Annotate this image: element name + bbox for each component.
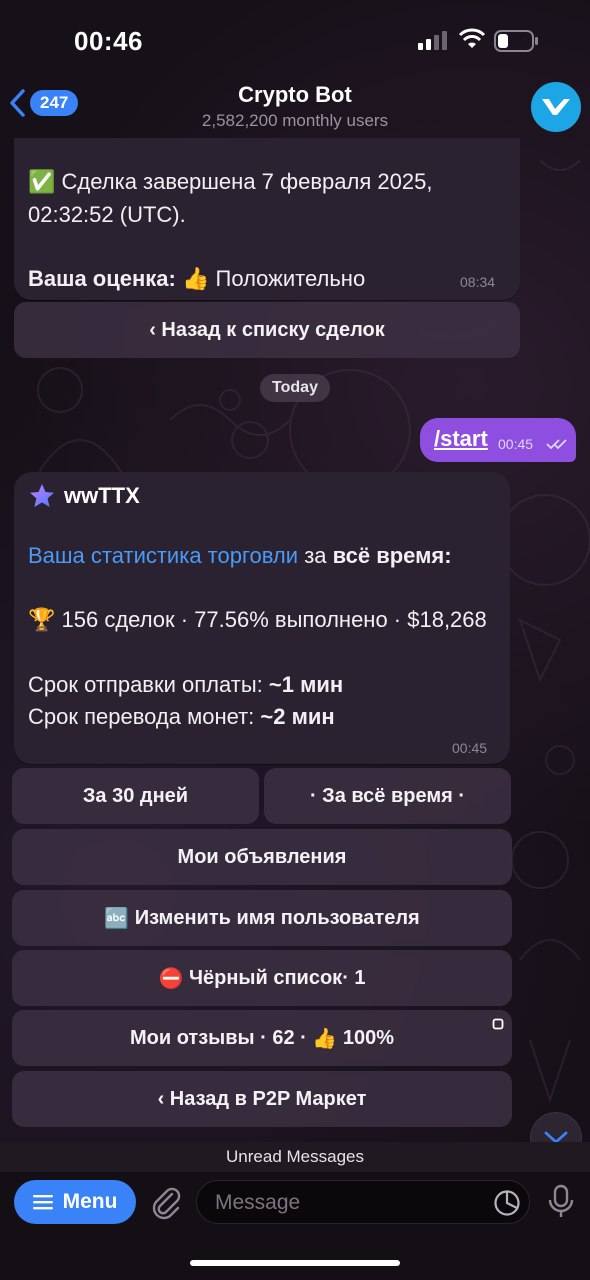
transfer-time-value: ~2 мин [260,704,335,729]
outgoing-message: /start 00:45 [420,418,576,462]
blacklist-button[interactable]: ⛔ Чёрный список· 1 [12,950,512,1006]
stats-message-bubble: wwTTX Ваша статистика торговли за всё вр… [14,472,510,764]
period-30-days-button[interactable]: За 30 дней [12,768,259,824]
trophy-icon: 🏆 [28,608,56,633]
username: wwTTX [64,483,140,508]
stats-link[interactable]: Ваша статистика торговли [28,543,298,568]
back-to-deals-button[interactable]: ‹ Назад к списку сделок [14,302,520,358]
start-command-link[interactable]: /start [434,426,488,452]
battery-icon [494,30,538,52]
abcd-icon: 🔤 [104,906,130,930]
menu-button[interactable]: Menu [14,1180,136,1224]
reviews-percent: 100% [342,1026,395,1049]
rating-label: Ваша оценка: [28,266,176,291]
message-header: wwTTX [28,482,140,510]
deal-completed-text: Сделка завершена 7 февраля 2025, 02:32:5… [28,169,433,227]
composer-bar: Menu [0,1172,590,1280]
rating-value: Положительно [215,266,366,291]
change-username-label: Изменить имя пользователя [134,906,420,929]
open-link-icon [492,1018,504,1030]
message-input-wrap [196,1180,530,1225]
message-time: 08:34 [460,274,496,290]
crypto-bot-logo-icon [542,99,570,115]
blacklist-label: Чёрный список· 1 [188,966,366,989]
message-bubble: ✅ Сделка завершена 7 февраля 2025, 02:32… [14,138,520,300]
message-text: ✅ Сделка завершена 7 февраля 2025, 02:32… [28,166,508,296]
chat-title-area[interactable]: Crypto Bot 2,582,200 monthly users [0,82,590,131]
chat-title: Crypto Bot [238,82,352,107]
reviews-label: Мои отзывы · 62 · [129,1026,307,1049]
sticker-icon[interactable] [493,1189,521,1217]
date-separator: Today [260,374,330,402]
my-ads-button[interactable]: Мои объявления [12,829,512,885]
thumbs-up-icon: 👍 [182,267,210,292]
chat-header: 247 Crypto Bot 2,582,200 monthly users [0,70,590,138]
stats-text: Ваша статистика торговли за всё время: 🏆… [28,540,502,733]
menu-icon [32,1195,53,1210]
bot-avatar[interactable] [531,82,581,132]
pay-time-value: ~1 мин [268,672,344,697]
chat-subtitle: 2,582,200 monthly users [201,111,389,130]
wifi-icon [458,28,486,48]
my-reviews-button[interactable]: Мои отзывы · 62 · 👍 100% [12,1010,512,1066]
message-input[interactable] [213,1181,487,1225]
unread-messages-bar: Unread Messages [0,1142,590,1172]
change-username-button[interactable]: 🔤 Изменить имя пользователя [12,890,512,946]
signal-icon [418,31,447,50]
status-time: 00:46 [74,26,143,56]
back-to-p2p-button[interactable]: ‹ Назад в P2P Маркет [12,1071,512,1127]
stats-period: всё время: [332,543,452,568]
pay-time-label: Срок отправки оплаты: [28,672,263,697]
transfer-time-label: Срок перевода монет: [28,704,255,729]
message-time: 00:45 [498,436,534,452]
star-icon [30,484,54,507]
stats-line: 156 сделок · 77.56% выполнено · $18,268 [61,607,487,632]
thumbs-up-icon: 👍 [312,1026,338,1050]
period-all-time-button[interactable]: · За всё время · [264,768,511,824]
message-time: 00:45 [452,740,488,756]
status-bar: 00:46 [0,0,590,80]
menu-label: Menu [62,1190,118,1213]
check-icon: ✅ [28,170,56,195]
read-ticks-icon [546,439,567,450]
home-indicator [190,1260,400,1266]
attach-icon[interactable] [150,1184,182,1220]
no-entry-icon: ⛔ [158,966,184,990]
stats-for: за [304,543,327,568]
microphone-icon[interactable] [548,1184,574,1220]
